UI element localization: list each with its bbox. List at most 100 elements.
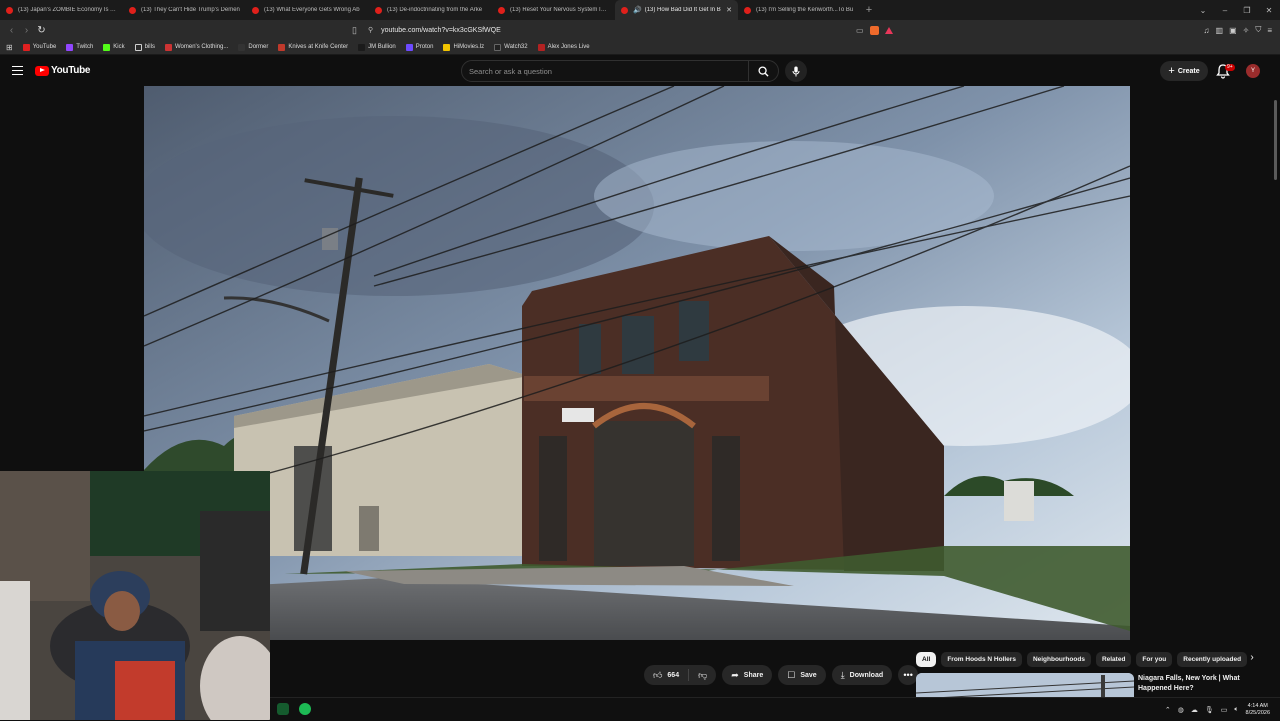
wallet-icon[interactable]: ▣ [1229,26,1237,35]
bookmark-item[interactable]: Knives at Knife Center [278,43,348,51]
chip-neighbourhoods[interactable]: Neighbourhoods [1026,652,1091,667]
bookmark-item[interactable]: bills [134,43,155,51]
clock[interactable]: 4:14 AM 8/25/2026 [1246,703,1270,717]
tray-expand-icon[interactable]: ⌃ [1165,706,1171,714]
spotify-icon[interactable] [299,703,311,715]
chip-all[interactable]: All [916,652,937,667]
browser-tab[interactable]: (13) What Everyone Gets Wrong Ab [246,0,369,20]
close-window-icon[interactable]: ✕ [1258,6,1280,15]
mic-tray-icon[interactable]: 🎙︎ [1205,706,1214,714]
notification-count-badge: 9+ [1225,64,1235,71]
youtube-logo[interactable]: YouTube [35,65,91,76]
bookmark-label: Kick [113,44,125,50]
bookmark-item[interactable]: Kick [103,43,125,51]
chip-related[interactable]: Related [1095,652,1132,667]
app-icon[interactable] [277,703,289,715]
display-icon[interactable]: ▭ [1221,706,1228,714]
voice-search-button[interactable] [785,60,807,82]
save-button[interactable]: ☐ Save [778,665,826,685]
bookmark-item[interactable]: HiMovies.lz [443,43,484,51]
volume-icon[interactable]: 🔈︎ [1234,706,1238,714]
video-player[interactable] [144,86,1130,640]
url-field[interactable]: ⚲ youtube.com/watch?v=kx3cGKSfWQE [368,20,912,40]
twitch-icon [66,43,74,51]
browser-tab[interactable]: (13) I'm Selling the Kenworth...To Bu [738,0,861,20]
youtube-favicon-icon [6,6,13,14]
forward-icon[interactable]: › [19,25,34,36]
search-icon [758,65,769,77]
apps-grid-icon[interactable]: ⊞ [6,43,13,52]
browser-tab[interactable]: (13) Reset Your Nervous System In 8 [492,0,615,20]
like-dislike-group: 👍︎ 664 👎︎ [644,665,717,685]
cloud-icon[interactable]: ☁ [1191,706,1198,714]
speaker-icon[interactable]: 🔊 [633,6,642,14]
chip-for-you[interactable]: For you [1136,652,1173,667]
bookmark-label: Proton [415,44,434,50]
like-button[interactable]: 👍︎ 664 [644,665,688,685]
media-icon[interactable]: ♫ [1204,26,1210,35]
clock-date: 8/25/2026 [1245,709,1270,716]
infowars-icon [537,43,545,51]
recommended-video-title[interactable]: Niagara Falls, New York | What Happened … [1138,674,1248,694]
bookmark-item[interactable]: Dormer [238,43,268,51]
cast-icon[interactable]: ▭ [856,26,864,35]
tab-title: (13) How Bad Did It Get In B [644,7,721,13]
close-tab-icon[interactable]: ✕ [726,6,732,14]
bookmark-item[interactable]: JM Bullion [358,43,396,51]
youtube-logo-text: YouTube [51,65,91,76]
guide-menu-icon[interactable] [12,66,23,75]
bookmark-label: Alex Jones Live [547,44,590,50]
restore-icon[interactable]: ❐ [1236,6,1258,15]
bookmark-item[interactable]: YouTube [22,43,56,51]
chip-from-channel[interactable]: From Hoods N Hollers [941,652,1022,667]
network-icon[interactable]: ◍ [1178,706,1184,714]
bookmark-item[interactable]: Twitch [66,43,93,51]
browser-tab[interactable]: (13) De-indoctrinating from the Arke [369,0,492,20]
youtube-favicon-icon [621,6,628,14]
bookmark-item[interactable]: Watch32 [494,43,528,51]
search-input[interactable] [469,65,739,77]
browser-tab[interactable]: (13) Japan's ZOMBIE Economy Is Abo [0,0,123,20]
dislike-button[interactable]: 👎︎ [689,665,716,685]
download-button[interactable]: ⤓ Download [831,665,893,685]
back-icon[interactable]: ‹ [4,25,19,36]
share-label: Share [743,671,764,679]
tab-title: (13) They Can't Hide Trump's Demen [141,7,240,13]
menu-icon[interactable]: ≡ [1267,26,1272,35]
chips-next-arrow-icon[interactable]: › [1244,652,1260,667]
create-label: Create [1177,67,1200,75]
new-tab-button[interactable]: + [861,0,877,20]
site-info-icon[interactable]: ⚲ [368,26,373,34]
reload-icon[interactable]: ↻ [34,25,49,36]
browser-tab[interactable]: (13) They Can't Hide Trump's Demen [123,0,246,20]
tab-title: (13) De-indoctrinating from the Arke [387,7,483,13]
account-avatar[interactable]: Y [1246,64,1260,78]
kick-icon [103,43,111,51]
tab-list-icon[interactable]: ⌄ [1192,6,1214,15]
bookmark-page-icon[interactable]: ▯ [352,25,357,36]
vpn-icon[interactable]: ⛉ [1255,25,1261,35]
brave-shields-icon[interactable] [869,25,879,35]
browser-tab-active[interactable]: 🔊 (13) How Bad Did It Get In B ✕ [615,0,738,20]
search-button[interactable] [748,61,778,81]
sidebar-icon[interactable]: ▥ [1216,26,1224,35]
thumbs-up-icon: 👍︎ [653,669,663,680]
extensions-icon[interactable]: ✧ [1243,26,1250,35]
bookmark-item[interactable]: Women's Clothing... [164,43,228,51]
proton-icon [405,43,413,51]
bookmark-item[interactable]: Alex Jones Live [537,43,590,51]
url-text: youtube.com/watch?v=kx3cGKSfWQE [381,26,501,34]
video-action-bar: 👍︎ 664 👎︎ ➦ Share ☐ Save ⤓ Download ••• [644,665,919,685]
page-scrollbar-thumb[interactable] [1274,100,1277,180]
create-button[interactable]: + Create [1160,61,1208,81]
youtube-favicon-icon [375,6,382,14]
share-button[interactable]: ➦ Share [722,665,773,685]
minimize-icon[interactable]: – [1214,6,1236,15]
search-box [461,60,779,82]
bullion-icon [358,43,366,51]
bookmark-item[interactable]: Proton [405,43,434,51]
bookmark-label: JM Bullion [368,44,396,50]
brave-rewards-icon[interactable] [884,26,893,34]
chip-recently-uploaded[interactable]: Recently uploaded [1177,652,1248,667]
youtube-icon [22,43,30,51]
